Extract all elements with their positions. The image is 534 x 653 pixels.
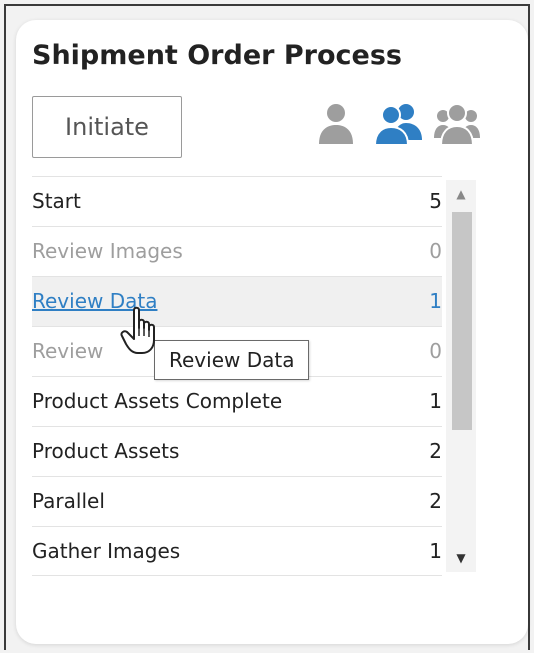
workflow-step-row[interactable]: Gather Images 1 [32, 526, 442, 576]
list-scrollbar[interactable]: ▲ ▼ [446, 180, 476, 572]
view-toggle-group [300, 102, 480, 146]
step-count: 0 [429, 339, 442, 363]
step-label: Product Assets [32, 439, 180, 463]
step-count: 1 [429, 539, 442, 563]
step-count: 5 [429, 189, 442, 213]
group-users-icon[interactable] [434, 102, 480, 146]
scroll-down-arrow-icon[interactable]: ▼ [446, 544, 476, 572]
step-count: 0 [429, 239, 442, 263]
workflow-step-row[interactable]: Parallel 2 [32, 476, 442, 526]
step-count: 1 [429, 389, 442, 413]
workflow-step-row[interactable]: Product Assets Complete 1 [32, 376, 442, 426]
step-count: 2 [429, 489, 442, 513]
workflow-step-row[interactable]: Start 5 [32, 176, 442, 226]
scrollbar-thumb[interactable] [452, 212, 472, 430]
step-label: Review Images [32, 239, 183, 263]
workflow-step-row[interactable]: Product Assets 2 [32, 426, 442, 476]
step-label: Gather Images [32, 539, 181, 563]
tooltip: Review Data [154, 340, 310, 380]
step-label: Parallel [32, 489, 105, 513]
initiate-button[interactable]: Initiate [32, 96, 182, 158]
hand-pointer-cursor-icon [120, 306, 155, 354]
two-users-icon[interactable] [374, 102, 424, 146]
step-label: Review [32, 339, 104, 363]
workflow-step-row[interactable]: Review Data 1 [32, 276, 442, 326]
page-title: Shipment Order Process [32, 40, 402, 71]
step-label: Start [32, 189, 81, 213]
scroll-up-arrow-icon[interactable]: ▲ [446, 180, 476, 208]
step-count: 1 [429, 289, 442, 313]
step-label: Product Assets Complete [32, 389, 283, 413]
workflow-step-row[interactable]: Review Images 0 [32, 226, 442, 276]
step-count: 2 [429, 439, 442, 463]
single-user-icon[interactable] [316, 102, 356, 146]
